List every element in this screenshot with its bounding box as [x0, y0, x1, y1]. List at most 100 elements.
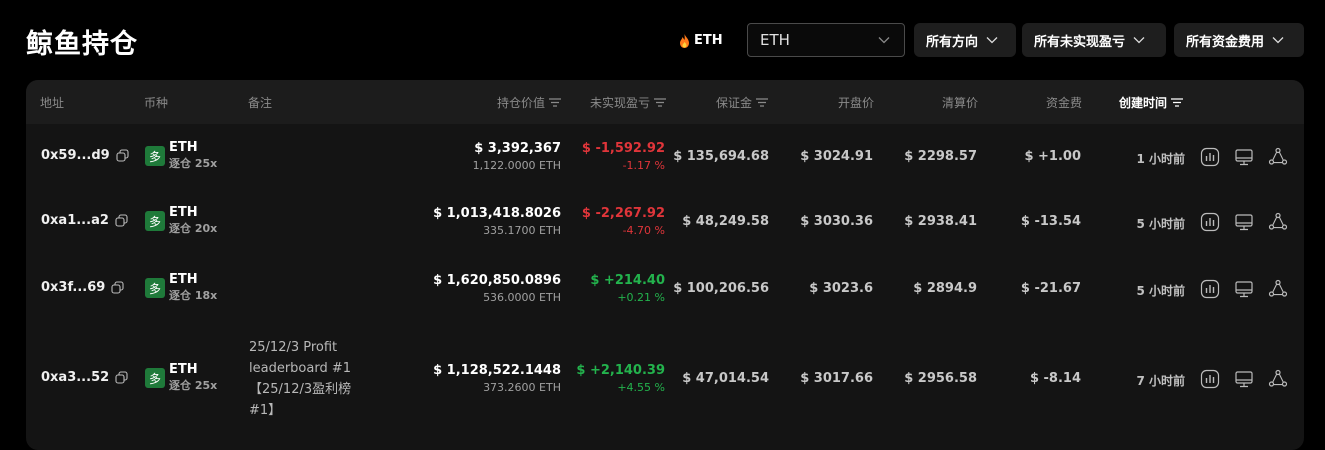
address-text: 0x3f...69	[41, 280, 106, 295]
monitor-icon[interactable]	[1234, 147, 1254, 167]
pnl-percent: -1.17 %	[622, 159, 665, 172]
long-badge: 多	[145, 211, 165, 231]
entry-price-cell: $ 3024.91	[800, 149, 873, 164]
pnl-cell: $ -2,267.92 -4.70 %	[566, 205, 665, 239]
pnl-cell: $ +214.40 +0.21 %	[566, 272, 665, 306]
coin-select[interactable]: ETH	[747, 23, 905, 57]
monitor-icon[interactable]	[1234, 369, 1254, 389]
position-size: 536.0000 ETH	[483, 291, 561, 304]
header-position-value[interactable]: 持仓价值	[446, 94, 561, 111]
address-text: 0x59...d9	[41, 148, 110, 163]
direction-filter[interactable]: 所有方向	[914, 23, 1016, 57]
direction-filter-label: 所有方向	[926, 34, 979, 50]
copy-icon[interactable]	[116, 149, 129, 162]
created-time-cell: 7 小时前	[1136, 374, 1185, 388]
position-size: 1,122.0000 ETH	[472, 159, 561, 172]
chart-icon[interactable]	[1200, 212, 1220, 232]
coin-cell: 多 ETH 逐仓 25x	[145, 362, 217, 394]
margin-cell: $ 100,206.56	[673, 281, 769, 296]
margin-cell: $ 135,694.68	[673, 149, 769, 164]
coin-cell: 多 ETH 逐仓 18x	[145, 272, 217, 304]
pnl-value: $ +214.40	[590, 273, 665, 288]
share-icon[interactable]	[1268, 212, 1288, 232]
leverage-text: 逐仓 20x	[169, 222, 218, 235]
margin-cell: $ 47,014.54	[682, 371, 769, 386]
note-cell: 25/12/3 Profit leaderboard #1 【25/12/3盈利…	[249, 340, 352, 418]
coin-name: ETH	[169, 362, 198, 377]
chevron-down-icon	[878, 37, 890, 44]
header-entry-price: 开盘价	[837, 96, 874, 110]
address-cell[interactable]: 0x59...d9	[41, 148, 129, 163]
chevron-down-icon	[1272, 37, 1284, 44]
monitor-icon[interactable]	[1234, 279, 1254, 299]
entry-price-cell: $ 3030.36	[800, 214, 873, 229]
copy-icon[interactable]	[115, 214, 128, 227]
position-size: 373.2600 ETH	[483, 381, 561, 394]
flame-icon	[680, 33, 689, 48]
pnl-cell: $ -1,592.92 -1.17 %	[566, 140, 665, 174]
entry-price-cell: $ 3023.6	[809, 281, 873, 296]
chart-icon[interactable]	[1200, 279, 1220, 299]
header-unrealized-pnl-label: 未实现盈亏	[589, 96, 650, 110]
share-icon[interactable]	[1268, 369, 1288, 389]
address-cell[interactable]: 0x3f...69	[41, 280, 124, 295]
position-size: 335.1700 ETH	[483, 224, 561, 237]
pnl-cell: $ +2,140.39 +4.55 %	[566, 362, 665, 396]
pnl-filter-label: 所有未实现盈亏	[1034, 34, 1126, 50]
position-value-cell: $ 1,620,850.0896 536.0000 ETH	[406, 272, 561, 306]
liq-price-cell: $ 2956.58	[904, 371, 977, 386]
position-value-cell: $ 1,013,418.8026 335.1700 ETH	[406, 205, 561, 239]
position-value-cell: $ 1,128,522.1448 373.2600 ETH	[406, 362, 561, 396]
coin-name: ETH	[169, 140, 198, 155]
pnl-percent: -4.70 %	[622, 224, 665, 237]
share-icon[interactable]	[1268, 279, 1288, 299]
leverage-text: 逐仓 18x	[169, 289, 218, 302]
header-funding: 资金费	[1045, 96, 1082, 110]
coin-tag: ETH	[679, 33, 723, 48]
address-text: 0xa3...52	[41, 370, 110, 385]
funding-cell: $ +1.00	[1024, 149, 1081, 164]
pnl-value: $ -1,592.92	[581, 141, 665, 156]
chart-icon[interactable]	[1200, 147, 1220, 167]
chart-icon[interactable]	[1200, 369, 1220, 389]
monitor-icon[interactable]	[1234, 212, 1254, 232]
margin-cell: $ 48,249.58	[682, 214, 769, 229]
copy-icon[interactable]	[111, 281, 124, 294]
sort-icon	[654, 98, 666, 107]
address-cell[interactable]: 0xa3...52	[41, 370, 128, 385]
created-time-cell: 5 小时前	[1136, 217, 1185, 231]
positions-table: 地址 币种 备注 持仓价值 未实现盈亏 保证金 开盘价 清算价 资金费 创建时间…	[26, 80, 1304, 450]
pnl-percent: +0.21 %	[617, 291, 665, 304]
address-cell[interactable]: 0xa1...a2	[41, 213, 128, 228]
liq-price-cell: $ 2298.57	[904, 149, 977, 164]
header-margin[interactable]: 保证金	[666, 94, 768, 111]
funding-filter-label: 所有资金费用	[1186, 34, 1265, 50]
long-badge: 多	[145, 146, 165, 166]
copy-icon[interactable]	[115, 371, 128, 384]
header-address: 地址	[40, 96, 65, 110]
pnl-value: $ -2,267.92	[581, 206, 665, 221]
header-position-value-label: 持仓价值	[496, 96, 545, 110]
funding-filter[interactable]: 所有资金费用	[1174, 23, 1304, 57]
coin-cell: 多 ETH 逐仓 20x	[145, 205, 217, 237]
header-created[interactable]: 创建时间	[1119, 94, 1184, 111]
header-note: 备注	[248, 96, 273, 110]
share-icon[interactable]	[1268, 147, 1288, 167]
position-value: $ 1,128,522.1448	[433, 363, 561, 378]
coin-name: ETH	[169, 205, 198, 220]
coin-name: ETH	[169, 272, 198, 287]
position-value-cell: $ 3,392,367 1,122.0000 ETH	[406, 140, 561, 174]
position-value: $ 3,392,367	[474, 141, 561, 156]
created-time-cell: 5 小时前	[1136, 284, 1185, 298]
table-header: 地址 币种 备注 持仓价值 未实现盈亏 保证金 开盘价 清算价 资金费 创建时间	[26, 80, 1304, 124]
liq-price-cell: $ 2938.41	[904, 214, 977, 229]
coin-select-value: ETH	[760, 31, 790, 49]
sort-icon	[1171, 98, 1184, 107]
address-text: 0xa1...a2	[41, 213, 109, 228]
funding-cell: $ -13.54	[1020, 214, 1081, 229]
long-badge: 多	[145, 368, 165, 388]
pnl-filter[interactable]: 所有未实现盈亏	[1022, 23, 1166, 57]
header-created-label: 创建时间	[1119, 96, 1168, 110]
chevron-down-icon	[986, 37, 998, 44]
header-unrealized-pnl[interactable]: 未实现盈亏	[556, 94, 666, 111]
